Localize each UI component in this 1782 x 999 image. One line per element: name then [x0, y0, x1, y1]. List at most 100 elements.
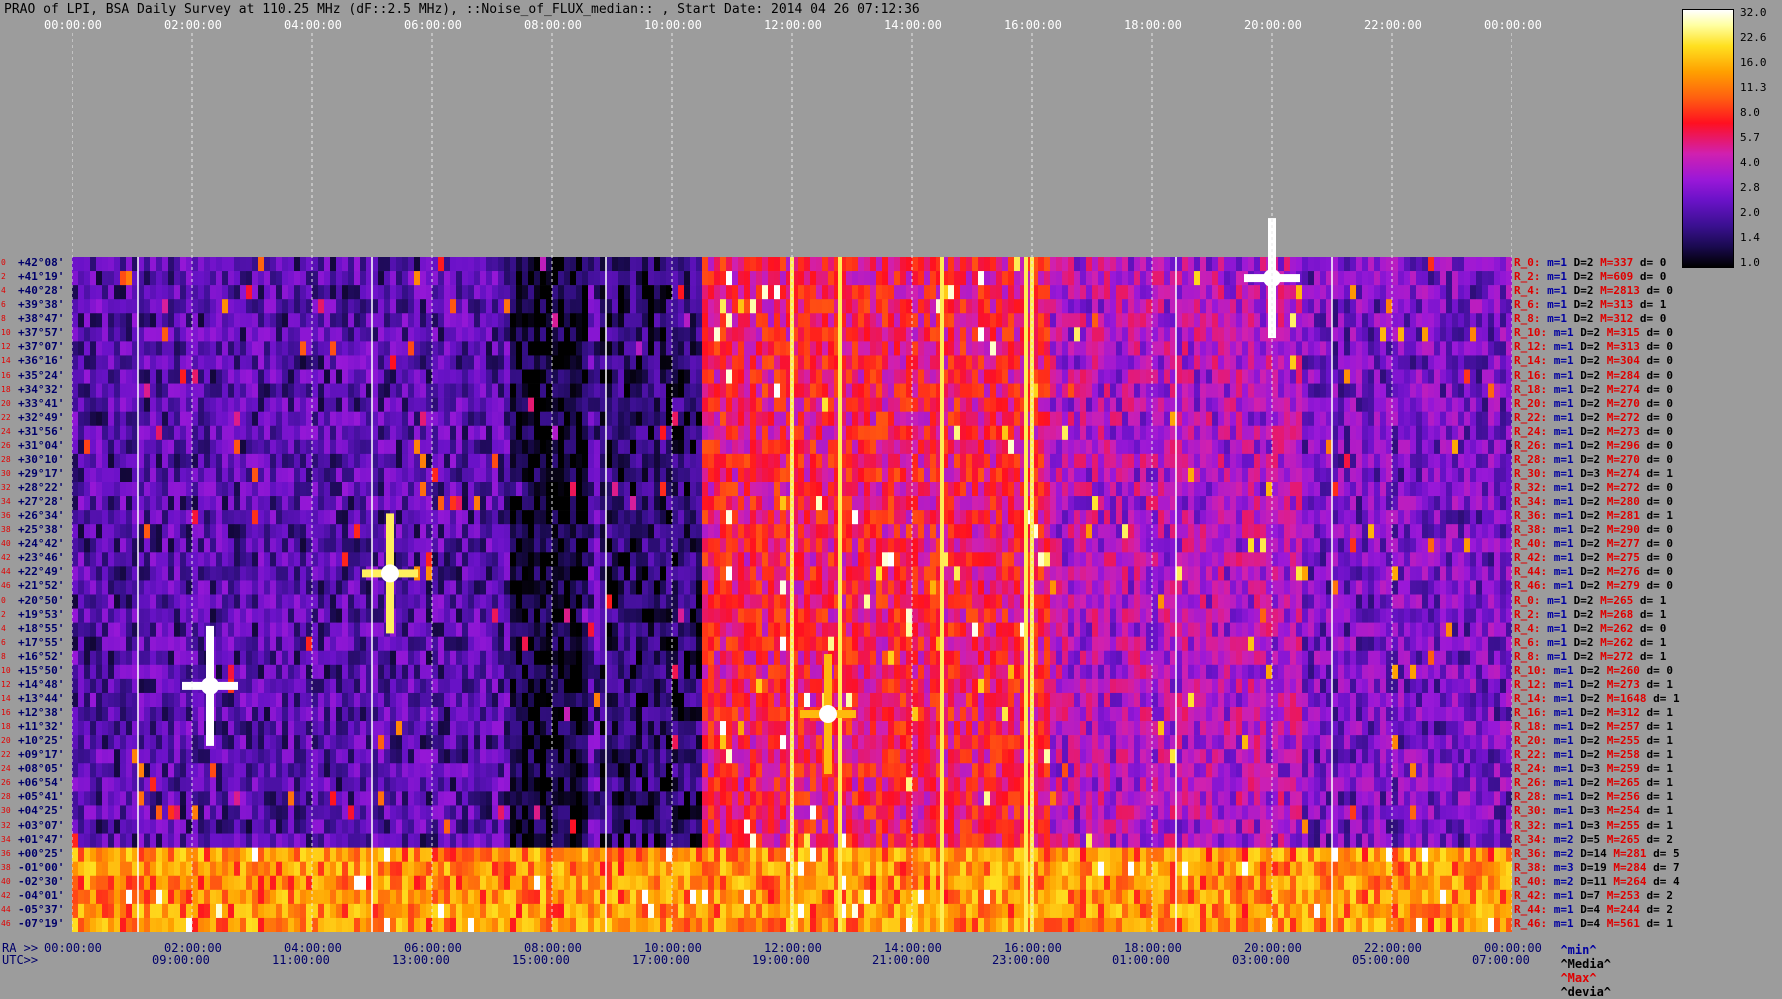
heatmap-cell	[960, 468, 966, 482]
heatmap-cell	[354, 524, 360, 538]
heatmap-cell	[1236, 327, 1242, 341]
heatmap-cell	[102, 257, 108, 271]
heatmap-cell	[1230, 370, 1236, 384]
heatmap-cell	[108, 299, 114, 313]
heatmap-cell	[450, 285, 456, 299]
heatmap-cell	[588, 370, 594, 384]
heatmap-cell	[924, 496, 930, 510]
heatmap-cell	[918, 412, 924, 426]
heatmap-cell	[102, 510, 108, 524]
heatmap-cell	[672, 313, 678, 327]
heatmap-cell	[306, 398, 312, 412]
heatmap-cell	[978, 398, 984, 412]
heatmap-cell	[1350, 468, 1356, 482]
heatmap-cell	[348, 271, 354, 285]
heatmap-cell	[1446, 285, 1452, 299]
heatmap-cell	[1134, 482, 1140, 496]
heatmap-cell	[504, 299, 510, 313]
heatmap-cell	[636, 482, 642, 496]
heatmap-cell	[1092, 468, 1098, 482]
heatmap-cell	[984, 257, 990, 271]
heatmap-cell	[1206, 426, 1212, 440]
heatmap-cell	[804, 496, 810, 510]
heatmap-cell	[1230, 355, 1236, 369]
heatmap-cell	[402, 271, 408, 285]
heatmap-cell	[252, 440, 258, 454]
heatmap-cell	[1332, 468, 1338, 482]
heatmap-cell	[168, 285, 174, 299]
heatmap-cell	[1146, 524, 1152, 538]
heatmap-cell	[372, 412, 378, 426]
heatmap-cell	[354, 355, 360, 369]
heatmap-cell	[1320, 482, 1326, 496]
heatmap-cell	[648, 341, 654, 355]
heatmap-cell	[96, 538, 102, 552]
heatmap-cell	[1212, 257, 1218, 271]
heatmap-cell	[1380, 327, 1386, 341]
heatmap-cell	[1422, 271, 1428, 285]
heatmap-cell	[1344, 355, 1350, 369]
heatmap-cell	[552, 440, 558, 454]
axis-tick-label: 06:00:00	[404, 19, 462, 31]
heatmap-cell	[1482, 257, 1488, 271]
heatmap-cell	[276, 271, 282, 285]
heatmap-cell	[258, 482, 264, 496]
heatmap-cell	[738, 341, 744, 355]
heatmap-cell	[1212, 355, 1218, 369]
heatmap-cell	[1062, 384, 1068, 398]
heatmap-cell	[396, 257, 402, 271]
heatmap-cell	[1398, 285, 1404, 299]
heatmap-cell	[1098, 524, 1104, 538]
heatmap-cell	[276, 524, 282, 538]
heatmap-cell	[1266, 412, 1272, 426]
heatmap-cell	[348, 355, 354, 369]
heatmap-cell	[1242, 482, 1248, 496]
heatmap-cell	[426, 271, 432, 285]
heatmap-cell	[1056, 398, 1062, 412]
heatmap-cell	[1008, 538, 1014, 552]
heatmap-cell	[528, 538, 534, 552]
heatmap-cell	[1230, 271, 1236, 285]
heatmap-cell	[180, 426, 186, 440]
heatmap-cell	[1218, 370, 1224, 384]
heatmap-cell	[372, 341, 378, 355]
heatmap-cell	[534, 398, 540, 412]
heatmap-cell	[372, 538, 378, 552]
heatmap-cell	[168, 313, 174, 327]
heatmap-cell	[1356, 313, 1362, 327]
heatmap-cell	[186, 454, 192, 468]
spectrogram-plot[interactable]	[72, 33, 1512, 932]
heatmap-cell	[1158, 257, 1164, 271]
heatmap-cell	[702, 355, 708, 369]
heatmap-cell	[546, 412, 552, 426]
heatmap-cell	[1392, 426, 1398, 440]
heatmap-cell	[876, 440, 882, 454]
heatmap-cell	[1452, 412, 1458, 426]
heatmap-cell	[1320, 341, 1326, 355]
heatmap-cell	[438, 370, 444, 384]
heatmap-cell	[858, 384, 864, 398]
heatmap-cell	[186, 496, 192, 510]
heatmap-cell	[534, 426, 540, 440]
heatmap-cell	[252, 384, 258, 398]
heatmap-cell	[1374, 524, 1380, 538]
heatmap-cell	[282, 257, 288, 271]
heatmap-cell	[342, 285, 348, 299]
heatmap-cell	[240, 257, 246, 271]
heatmap-cell	[972, 496, 978, 510]
heatmap-cell	[492, 327, 498, 341]
heatmap-cell	[732, 440, 738, 454]
heatmap-cell	[690, 370, 696, 384]
heatmap-cell	[474, 313, 480, 327]
heatmap-cell	[654, 384, 660, 398]
heatmap-cell	[1062, 327, 1068, 341]
heatmap-cell	[588, 285, 594, 299]
heatmap-cell	[738, 398, 744, 412]
heatmap-cell	[456, 271, 462, 285]
heatmap-cell	[630, 384, 636, 398]
spectrogram-heatmap[interactable]	[72, 33, 1512, 932]
heatmap-cell	[588, 510, 594, 524]
heatmap-cell	[522, 538, 528, 552]
heatmap-cell	[1206, 440, 1212, 454]
heatmap-cell	[708, 426, 714, 440]
